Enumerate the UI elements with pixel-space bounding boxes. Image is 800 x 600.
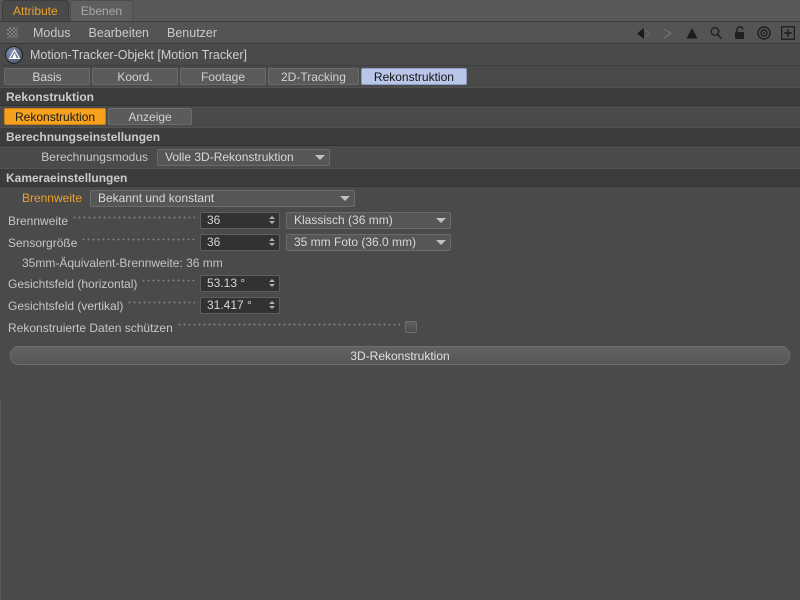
lock-open-icon[interactable] (731, 25, 748, 42)
chevron-down-icon (436, 217, 446, 223)
sub-tab-rekonstruktion-label: Rekonstruktion (15, 109, 96, 124)
object-tab-basis-label: Basis (32, 69, 62, 84)
object-tab-rekonstruktion[interactable]: Rekonstruktion (360, 68, 467, 85)
object-tab-footage-label: Footage (200, 69, 246, 84)
object-tab-koord[interactable]: Koord. (92, 68, 178, 85)
object-tab-basis[interactable]: Basis (4, 68, 90, 85)
brennweite-modus-value: Bekannt und konstant (98, 191, 215, 205)
forward-arrow-icon[interactable] (659, 25, 676, 42)
protect-data-checkbox[interactable] (405, 321, 417, 333)
motion-tracker-object-icon (5, 45, 23, 64)
group-header-kameraeinstellungen-label: Kameraeinstellungen (6, 170, 128, 185)
menu-item-benutzer[interactable]: Benutzer (158, 22, 226, 44)
object-tab-rekonstruktion-label: Rekonstruktion (373, 69, 454, 84)
sub-tab-anzeige[interactable]: Anzeige (108, 108, 193, 125)
row-brennweite: Brennweite 36 Klassisch (36 mm) (0, 209, 800, 231)
row-berechnungsmodus: Berechnungsmodus Volle 3D-Rekonstruktion (0, 146, 800, 168)
fov-vertical-value: 31.417 ° (207, 298, 252, 312)
plus-icon[interactable] (779, 25, 796, 42)
sub-tab-rekonstruktion[interactable]: Rekonstruktion (4, 108, 107, 125)
row-sensorgroesse: Sensorgröße 36 35 mm Foto (36.0 mm) (0, 231, 800, 253)
sensorgroesse-preset-value: 35 mm Foto (36.0 mm) (294, 235, 417, 249)
fov-vertical-input[interactable]: 31.417 ° (200, 296, 280, 314)
fov-horizontal-input[interactable]: 53.13 ° (200, 274, 280, 292)
menu-bar: Modus Bearbeiten Benutzer (0, 22, 800, 44)
grip-dots-icon[interactable] (7, 27, 18, 38)
row-protect-data: Rekonstruierte Daten schützen (0, 316, 800, 338)
menu-item-bearbeiten[interactable]: Bearbeiten (80, 22, 158, 44)
chevron-down-icon (315, 154, 325, 160)
object-tab-footage[interactable]: Footage (180, 68, 266, 85)
leader-dots (176, 318, 400, 331)
search-icon[interactable] (707, 25, 724, 42)
sensorgroesse-value: 36 (207, 235, 221, 249)
brennweite-label-col: Brennweite (8, 211, 200, 229)
panel-tab-ebenen[interactable]: Ebenen (69, 0, 134, 21)
equivalent-focal-text: 35mm-Äquivalent-Brennweite: 36 mm (22, 255, 223, 270)
group-header-berechnungseinstellungen[interactable]: Berechnungseinstellungen (0, 127, 800, 146)
fov-horizontal-value: 53.13 ° (207, 276, 246, 290)
brennweite-value: 36 (207, 213, 221, 227)
group-header-rekonstruktion[interactable]: Rekonstruktion (0, 87, 800, 106)
group-header-rekonstruktion-label: Rekonstruktion (6, 89, 95, 104)
3d-reconstruction-button[interactable]: 3D-Rekonstruktion (10, 346, 790, 365)
fov-horizontal-label: Gesichtsfeld (horizontal) (8, 276, 138, 291)
protect-data-label-col: Rekonstruierte Daten schützen (8, 318, 405, 336)
object-tab-2d-tracking[interactable]: 2D-Tracking (268, 68, 359, 85)
equivalent-focal-info: 35mm-Äquivalent-Brennweite: 36 mm (0, 253, 800, 272)
fov-horizontal-label-col: Gesichtsfeld (horizontal) (8, 274, 200, 292)
3d-reconstruction-button-label: 3D-Rekonstruktion (350, 348, 450, 363)
panel-tab-attribute-label: Attribute (13, 4, 58, 18)
object-tab-koord-label: Koord. (117, 69, 153, 84)
fov-horizontal-stepper[interactable] (267, 279, 276, 287)
attribute-manager-panel: Attribute Ebenen Modus Bearbeiten Benutz… (0, 0, 800, 600)
panel-tab-attribute[interactable]: Attribute (2, 0, 69, 21)
sub-tab-row: Rekonstruktion Anzeige (0, 106, 800, 127)
fov-vertical-label: Gesichtsfeld (vertikal) (8, 298, 124, 313)
object-tab-2d-tracking-label: 2D-Tracking (281, 69, 346, 84)
brennweite-input[interactable]: 36 (200, 211, 280, 229)
menu-item-modus[interactable]: Modus (24, 22, 80, 44)
row-brennweite-modus: Brennweite Bekannt und konstant (0, 187, 800, 209)
protect-data-label: Rekonstruierte Daten schützen (8, 320, 173, 335)
row-fov-vertical: Gesichtsfeld (vertikal) 31.417 ° (0, 294, 800, 316)
group-header-berechnungseinstellungen-label: Berechnungseinstellungen (6, 129, 161, 144)
empty-area (0, 400, 800, 600)
panel-tab-ebenen-label: Ebenen (80, 4, 123, 18)
object-header: Motion-Tracker-Objekt [Motion Tracker] (0, 44, 800, 66)
sensorgroesse-label-col: Sensorgröße (8, 233, 200, 251)
up-arrow-icon[interactable] (683, 25, 700, 42)
row-fov-horizontal: Gesichtsfeld (horizontal) 53.13 ° (0, 272, 800, 294)
brennweite-stepper[interactable] (267, 216, 276, 224)
brennweite-preset-dropdown[interactable]: Klassisch (36 mm) (286, 211, 451, 229)
sensorgroesse-preset-dropdown[interactable]: 35 mm Foto (36.0 mm) (286, 233, 451, 251)
leader-dots (81, 233, 195, 246)
chevron-down-icon (436, 239, 446, 245)
sensorgroesse-label: Sensorgröße (8, 235, 78, 250)
brennweite-label: Brennweite (8, 213, 69, 228)
berechnungsmodus-dropdown[interactable]: Volle 3D-Rekonstruktion (157, 148, 330, 166)
leader-dots (127, 296, 195, 309)
group-header-kameraeinstellungen[interactable]: Kameraeinstellungen (0, 168, 800, 187)
object-title: Motion-Tracker-Objekt [Motion Tracker] (30, 47, 247, 62)
sensorgroesse-input[interactable]: 36 (200, 233, 280, 251)
brennweite-preset-value: Klassisch (36 mm) (294, 213, 393, 227)
fov-vertical-label-col: Gesichtsfeld (vertikal) (8, 296, 200, 314)
berechnungsmodus-label: Berechnungsmodus (41, 150, 148, 164)
action-button-wrap: 3D-Rekonstruktion (0, 338, 800, 365)
target-icon[interactable] (755, 25, 772, 42)
chevron-down-icon (340, 195, 350, 201)
fov-vertical-stepper[interactable] (267, 301, 276, 309)
leader-dots (141, 274, 195, 287)
leader-dots (72, 211, 195, 224)
berechnungsmodus-value: Volle 3D-Rekonstruktion (165, 150, 294, 164)
menu-bar-icons (635, 22, 796, 44)
panel-tab-strip: Attribute Ebenen (0, 0, 800, 22)
brennweite-modus-dropdown[interactable]: Bekannt und konstant (90, 189, 355, 207)
sensorgroesse-stepper[interactable] (267, 238, 276, 246)
sub-tab-anzeige-label: Anzeige (128, 109, 172, 124)
brennweite-modus-label: Brennweite (21, 191, 82, 205)
object-tab-row: Basis Koord. Footage 2D-Tracking Rekonst… (0, 66, 800, 87)
back-arrow-icon[interactable] (635, 25, 652, 42)
